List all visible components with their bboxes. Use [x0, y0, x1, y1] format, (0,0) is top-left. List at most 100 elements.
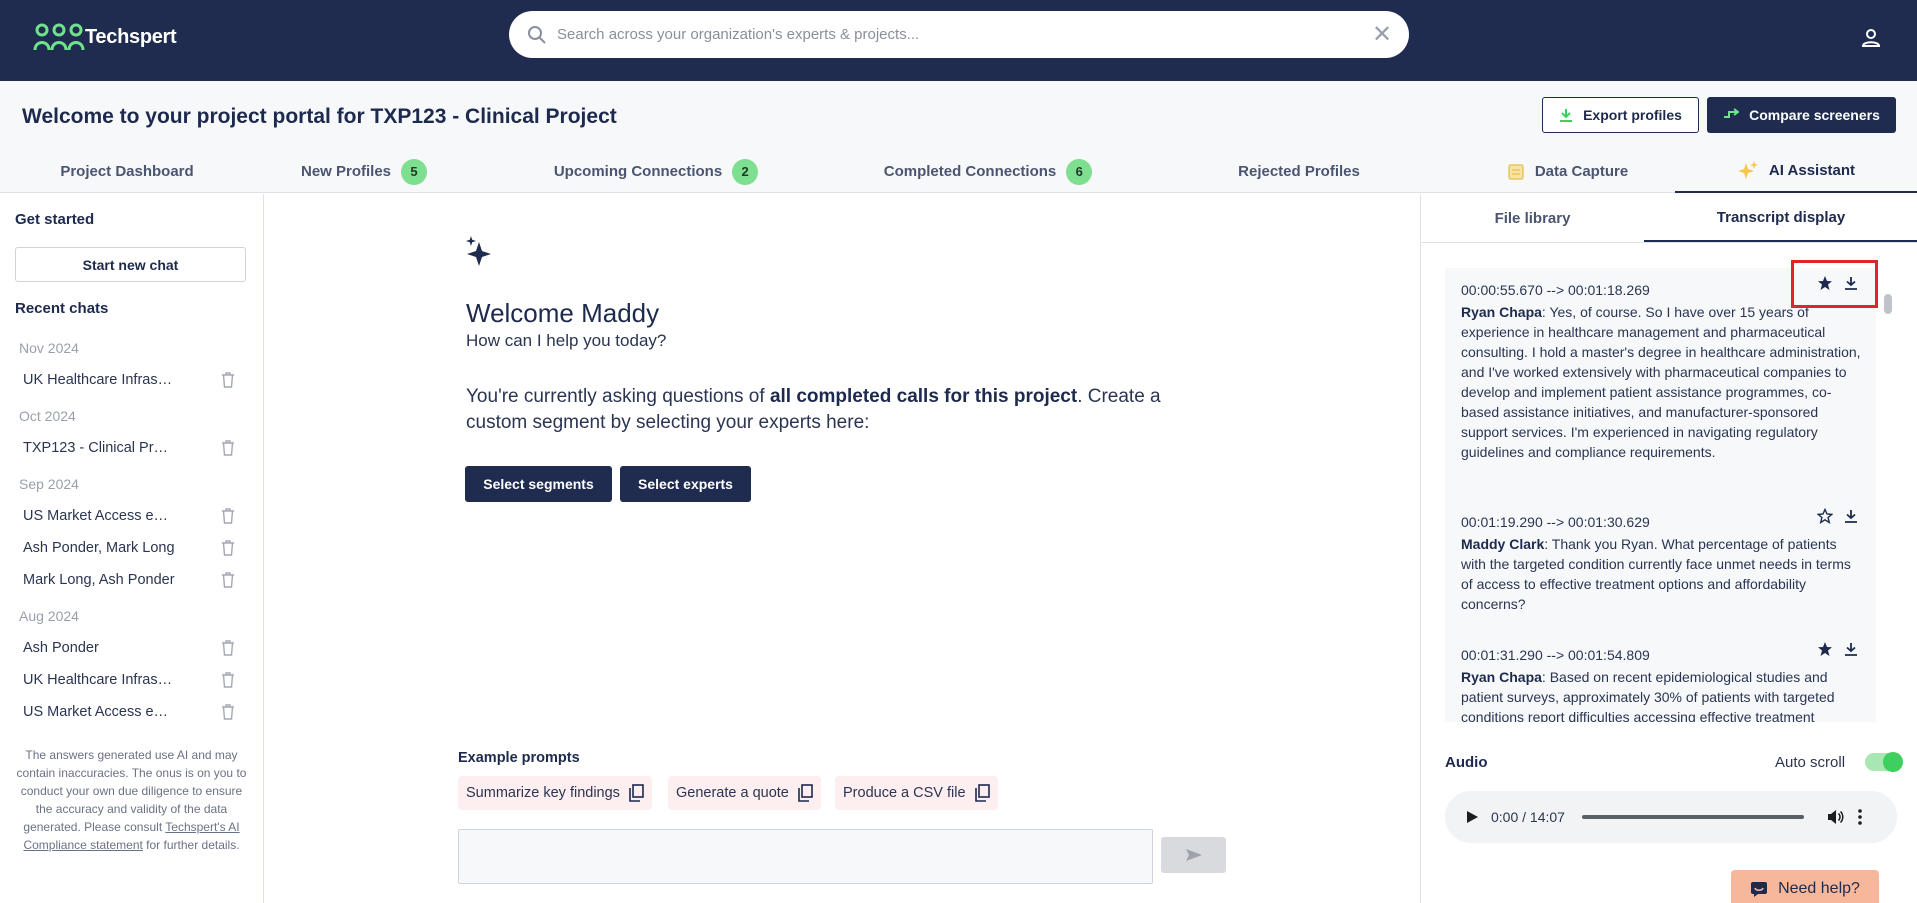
chat-sidebar: Get started Start new chat Recent chats … [0, 194, 264, 903]
entry-actions [1817, 634, 1876, 664]
chat-title: Ash Ponder, Mark Long [23, 540, 175, 556]
example-prompt-chip[interactable]: Generate a quote [668, 776, 821, 810]
count-badge: 5 [401, 158, 428, 185]
prompt-label: Summarize key findings [466, 785, 620, 801]
tab-label: AI Assistant [1768, 162, 1856, 179]
volume-icon[interactable] [1826, 808, 1844, 826]
welcome-heading: Welcome Maddy [466, 298, 660, 328]
techspert-logo-icon [33, 23, 85, 51]
copy-icon [629, 784, 644, 802]
delete-icon[interactable] [221, 672, 235, 688]
delete-icon[interactable] [221, 508, 235, 524]
recent-chat-item[interactable]: Ash Ponder [23, 636, 243, 660]
star-outline-icon[interactable] [1817, 508, 1833, 524]
chat-title: Ash Ponder [23, 640, 99, 656]
recent-chat-item[interactable]: US Market Access experts [23, 700, 243, 724]
tab-label: Completed Connections [883, 163, 1057, 180]
tab-transcript-display[interactable]: Transcript display [1644, 194, 1917, 242]
tab-rejected-profiles[interactable]: Rejected Profiles [1138, 150, 1460, 193]
select-segments-button[interactable]: Select segments [465, 466, 612, 502]
delete-icon[interactable] [221, 640, 235, 656]
global-search: ✕ [509, 11, 1409, 58]
recent-chat-item[interactable]: UK Healthcare Infrastructure [23, 368, 243, 392]
recent-chat-item[interactable]: Mark Long, Ash Ponder [23, 568, 243, 592]
chat-message-input[interactable] [458, 829, 1153, 884]
tab-label: Data Capture [1534, 163, 1629, 180]
delete-icon[interactable] [221, 704, 235, 720]
tab-file-library[interactable]: File library [1421, 194, 1644, 242]
audio-heading: Audio [1445, 754, 1488, 771]
project-header: Welcome to your project portal for TXP12… [0, 81, 1917, 193]
chat-group-date: Oct 2024 [19, 408, 76, 424]
more-options-icon[interactable] [1858, 809, 1862, 825]
speaker-name: Ryan Chapa [1461, 304, 1542, 320]
send-icon [1185, 849, 1202, 861]
tab-label: Upcoming Connections [553, 163, 723, 180]
search-input[interactable] [557, 26, 1371, 43]
tab-project-dashboard[interactable]: Project Dashboard [0, 150, 254, 193]
chat-group-date: Nov 2024 [19, 340, 79, 356]
ai-sparkle-icon [466, 236, 491, 266]
delete-icon[interactable] [221, 372, 235, 388]
ai-sparkle-icon [1737, 160, 1758, 179]
timestamp: 00:01:31.290 --> 00:01:54.809 [1461, 647, 1650, 663]
tab-new-profiles[interactable]: New Profiles 5 [254, 150, 474, 193]
transcript-entry: 00:01:19.290 --> 00:01:30.629 Maddy Clar… [1461, 514, 1861, 614]
auto-scroll-toggle[interactable] [1865, 752, 1903, 772]
recent-chat-item[interactable]: TXP123 - Clinical Project [23, 436, 243, 460]
download-icon[interactable] [1843, 508, 1859, 524]
intro-scope: all completed calls for this project [769, 386, 1078, 407]
start-new-chat-button[interactable]: Start new chat [15, 247, 246, 282]
chat-group-date: Aug 2024 [19, 608, 79, 624]
tabs-divider [1421, 242, 1917, 243]
export-profiles-button[interactable]: Export profiles [1542, 97, 1699, 133]
techspert-logo[interactable]: Techspert [33, 22, 177, 52]
delete-icon[interactable] [221, 540, 235, 556]
tab-upcoming-connections[interactable]: Upcoming Connections 2 [474, 150, 838, 193]
compare-screeners-button[interactable]: Compare screeners [1707, 97, 1896, 133]
delete-icon[interactable] [221, 572, 235, 588]
need-help-button[interactable]: Need help? [1731, 870, 1879, 903]
clear-search-icon[interactable]: ✕ [1371, 22, 1393, 46]
export-profiles-label: Export profiles [1583, 107, 1682, 123]
select-experts-button[interactable]: Select experts [620, 466, 751, 502]
transcript-scrollbar[interactable] [1884, 294, 1892, 314]
app-name: Techspert [85, 25, 177, 48]
intro-text: You're currently asking questions of [466, 386, 770, 407]
send-button[interactable] [1161, 837, 1226, 873]
tab-completed-connections[interactable]: Completed Connections 6 [838, 150, 1138, 193]
user-account-icon[interactable] [1859, 26, 1883, 50]
toggle-knob [1883, 752, 1903, 772]
utterance: : Yes, of course. So I have over 15 year… [1461, 304, 1861, 460]
transcript-list[interactable]: 00:00:55.670 --> 00:01:18.269 Ryan Chapa… [1445, 268, 1876, 722]
chat-title: UK Healthcare Infrastructure [23, 372, 175, 388]
page-title: Welcome to your project portal for TXP12… [22, 105, 617, 128]
tab-label: Rejected Profiles [1238, 163, 1360, 180]
recent-chat-item[interactable]: UK Healthcare Infrastructure [23, 668, 243, 692]
tab-data-capture[interactable]: Data Capture [1460, 150, 1675, 193]
chat-title: US Market Access experts [23, 508, 175, 524]
compare-screeners-label: Compare screeners [1749, 107, 1880, 123]
chat-title: Mark Long, Ash Ponder [23, 572, 175, 588]
delete-icon[interactable] [221, 440, 235, 456]
speaker-name: Ryan Chapa [1461, 669, 1542, 685]
download-icon[interactable] [1843, 641, 1859, 657]
star-filled-icon[interactable] [1817, 641, 1833, 657]
chat-title: UK Healthcare Infrastructure [23, 672, 175, 688]
playback-progress-bar[interactable] [1581, 815, 1804, 819]
example-prompt-chip[interactable]: Summarize key findings [458, 776, 652, 810]
example-prompt-chip[interactable]: Produce a CSV file [835, 776, 998, 810]
auto-scroll-label: Auto scroll [1775, 754, 1846, 771]
need-help-label: Need help? [1778, 879, 1860, 897]
play-icon[interactable] [1465, 810, 1479, 824]
audio-player: 0:00 / 14:07 [1445, 791, 1897, 843]
help-subheading: How can I help you today? [466, 331, 667, 350]
tab-ai-assistant[interactable]: AI Assistant [1675, 150, 1917, 193]
search-icon [528, 25, 546, 44]
transcript-text: Maddy Clark: Thank you Ryan. What percen… [1461, 534, 1861, 614]
copy-icon [798, 784, 813, 802]
count-badge: 2 [732, 158, 759, 185]
top-bar: Techspert ✕ [0, 0, 1917, 81]
recent-chat-item[interactable]: Ash Ponder, Mark Long [23, 536, 243, 560]
recent-chat-item[interactable]: US Market Access experts [23, 504, 243, 528]
